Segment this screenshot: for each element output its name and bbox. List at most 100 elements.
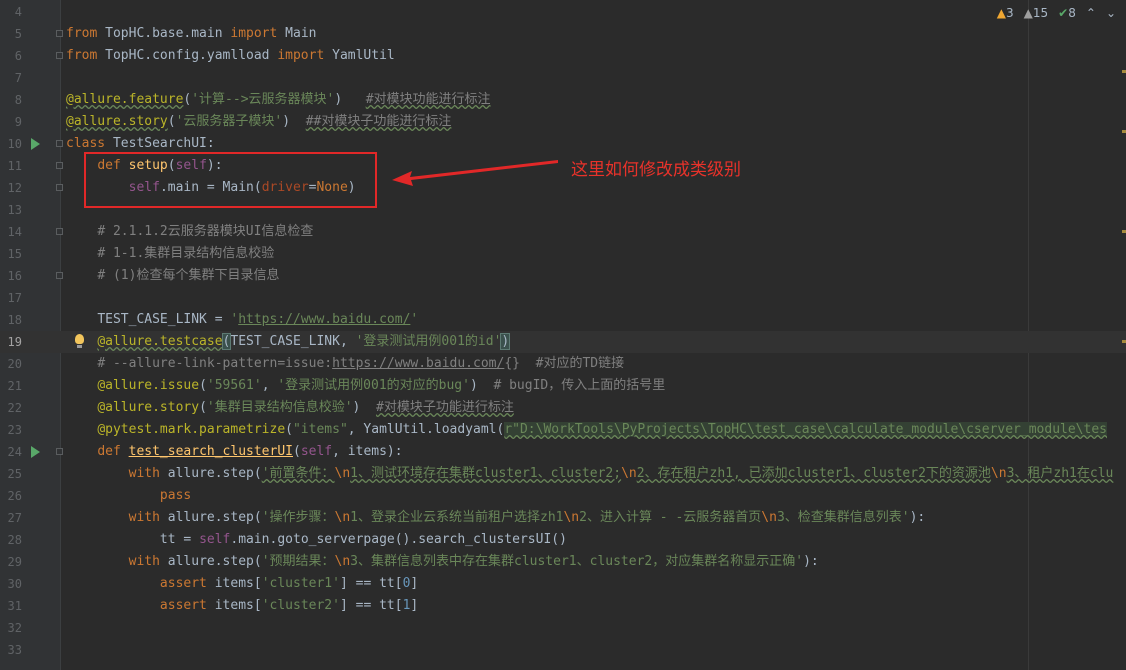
code-line[interactable]: 29 with allure.step('预期结果：\n3、集群信息列表中存在集… bbox=[0, 551, 1126, 573]
code-token: allure.step( bbox=[159, 510, 262, 525]
code-line[interactable]: 28 tt = self.main.goto_serverpage().sear… bbox=[0, 529, 1126, 551]
fold-icon[interactable] bbox=[56, 140, 63, 147]
code-token: from bbox=[66, 26, 98, 41]
line-number: 20 bbox=[7, 357, 22, 371]
code-token: 2、进入计算 - -云服务器首页 bbox=[579, 510, 762, 525]
code-token: '前置条件： bbox=[261, 466, 335, 481]
line-number: 28 bbox=[7, 533, 22, 547]
code-token: with bbox=[128, 554, 160, 569]
line-number: 6 bbox=[14, 49, 22, 63]
code-line[interactable]: 21 @allure.issue('59561', '登录测试用例001的对应的… bbox=[0, 375, 1126, 397]
fold-icon[interactable] bbox=[56, 184, 63, 191]
code-line[interactable]: 24 def test_search_clusterUI(self, items… bbox=[0, 441, 1126, 463]
line-number: 12 bbox=[7, 181, 22, 195]
code-line[interactable]: 7 bbox=[0, 67, 1126, 89]
code-line[interactable]: 15 # 1-1.集群目录结构信息校验 bbox=[0, 243, 1126, 265]
code-line[interactable]: 20 # --allure-link-pattern=issue:https:/… bbox=[0, 353, 1126, 375]
line-number: 16 bbox=[7, 269, 22, 283]
code-line[interactable]: 14 # 2.1.1.2云服务器模块UI信息检查 bbox=[0, 221, 1126, 243]
run-icon[interactable] bbox=[31, 138, 40, 150]
code-line[interactable]: 9 @allure.story('云服务器子模块') ##对模块子功能进行标注 bbox=[0, 111, 1126, 133]
code-token: ): bbox=[803, 554, 819, 569]
code-line[interactable]: 8 @allure.feature('计算-->云服务器模块') #对模块功能进行… bbox=[0, 89, 1126, 111]
code-token: ] == tt[ bbox=[339, 576, 403, 591]
line-number: 26 bbox=[7, 489, 22, 503]
code-text: @allure.story('集群目录结构信息校验') #对模块子功能进行标注 bbox=[66, 397, 514, 419]
line-number: 18 bbox=[7, 313, 22, 327]
code-token: @allure.story bbox=[66, 114, 168, 129]
code-line[interactable]: 22 @allure.story('集群目录结构信息校验') #对模块子功能进行… bbox=[0, 397, 1126, 419]
line-number: 5 bbox=[14, 27, 22, 41]
fold-icon[interactable] bbox=[56, 52, 63, 59]
code-token: def bbox=[97, 444, 121, 459]
line-number: 9 bbox=[14, 115, 22, 129]
code-token: #对模块子功能进行标注 bbox=[376, 400, 514, 415]
line-number: 21 bbox=[7, 379, 22, 393]
code-line[interactable]: 26 pass bbox=[0, 485, 1126, 507]
code-text: @allure.story('云服务器子模块') ##对模块子功能进行标注 bbox=[66, 111, 451, 133]
code-token: ) bbox=[469, 378, 494, 393]
code-text: @allure.issue('59561', '登录测试用例001的对应的bug… bbox=[66, 375, 665, 397]
code-token: TEST_CASE_LINK = bbox=[97, 312, 231, 327]
code-line[interactable]: 30 assert items['cluster1'] == tt[0] bbox=[0, 573, 1126, 595]
line-number: 10 bbox=[7, 137, 22, 151]
line-number: 13 bbox=[7, 203, 22, 217]
code-line[interactable]: 32 bbox=[0, 617, 1126, 639]
code-token: ) bbox=[352, 400, 377, 415]
code-token: ): bbox=[909, 510, 926, 525]
code-token: ( bbox=[293, 444, 301, 459]
run-icon[interactable] bbox=[31, 446, 40, 458]
code-line[interactable]: 33 bbox=[0, 639, 1126, 661]
code-line[interactable]: 5 from TopHC.base.main import Main bbox=[0, 23, 1126, 45]
code-token: Main bbox=[277, 26, 317, 41]
code-token: # 1-1.集群目录结构信息校验 bbox=[97, 246, 275, 261]
code-token: 2、存在租户zh1, 已添加cluster1、cluster2下的资源池 bbox=[636, 466, 991, 481]
code-token: ##对模块子功能进行标注 bbox=[305, 114, 452, 129]
fold-icon[interactable] bbox=[56, 30, 63, 37]
line-number: 4 bbox=[14, 5, 22, 19]
code-line[interactable]: 25 with allure.step('前置条件：\n1、测试环境存在集群cl… bbox=[0, 463, 1126, 485]
code-token: '登录测试用例001的对应的bug' bbox=[277, 378, 470, 393]
code-text: from TopHC.config.yamlload import YamlUt… bbox=[66, 45, 395, 67]
code-text: from TopHC.base.main import Main bbox=[66, 23, 316, 45]
code-token: ( bbox=[199, 400, 207, 415]
line-number: 32 bbox=[7, 621, 22, 635]
fold-icon[interactable] bbox=[56, 448, 63, 455]
code-token: .main.goto_serverpage().search_clustersU… bbox=[230, 532, 567, 547]
code-token: from bbox=[66, 48, 98, 63]
annotation-highlight-box bbox=[84, 152, 377, 208]
code-line[interactable]: 16 # (1)检查每个集群下目录信息 bbox=[0, 265, 1126, 287]
code-token: # --allure-link-pattern=issue: bbox=[97, 356, 333, 371]
code-token: import bbox=[277, 48, 325, 63]
code-token: 3、集群信息列表中存在集群cluster1、cluster2，对应集群名称显示正… bbox=[350, 554, 804, 569]
code-token: items[ bbox=[206, 576, 262, 591]
code-token: https://www.baidu.com/ bbox=[332, 356, 505, 371]
code-token: self bbox=[300, 444, 333, 459]
code-token: "items" bbox=[292, 422, 348, 437]
code-line-current[interactable]: 19 @allure.testcase(TEST_CASE_LINK, '登录测… bbox=[0, 331, 1126, 353]
code-line[interactable]: 6 from TopHC.config.yamlload import YamlU… bbox=[0, 45, 1126, 67]
code-token: TopHC.config.yamlload bbox=[97, 48, 278, 63]
code-line[interactable]: 27 with allure.step('操作步骤：\n1、登录企业云系统当前租… bbox=[0, 507, 1126, 529]
fold-icon[interactable] bbox=[56, 272, 63, 279]
code-token: TEST_CASE_LINK, bbox=[230, 334, 356, 349]
fold-icon[interactable] bbox=[56, 228, 63, 235]
code-token: YamlUtil bbox=[324, 48, 395, 63]
code-text: assert items['cluster1'] == tt[0] bbox=[66, 573, 418, 595]
code-token: with bbox=[128, 510, 160, 525]
code-line[interactable]: 18 TEST_CASE_LINK = 'https://www.baidu.c… bbox=[0, 309, 1126, 331]
code-line[interactable]: 17 bbox=[0, 287, 1126, 309]
code-token: 1、登录企业云系统当前租户选择zh1 bbox=[350, 510, 564, 525]
code-token: ( bbox=[167, 114, 176, 129]
code-line[interactable]: 31 assert items['cluster2'] == tt[1] bbox=[0, 595, 1126, 617]
code-token: allure.step( bbox=[159, 466, 262, 481]
code-token: TopHC.base.main bbox=[97, 26, 231, 41]
code-token: '操作步骤： bbox=[261, 510, 335, 525]
line-number: 22 bbox=[7, 401, 22, 415]
fold-icon[interactable] bbox=[56, 162, 63, 169]
code-line[interactable]: 23 @pytest.mark.parametrize("items", Yam… bbox=[0, 419, 1126, 441]
code-text: with allure.step('操作步骤： \n 1、登录企业云系统当前租户选择… bbox=[66, 507, 926, 529]
code-token: \n bbox=[761, 510, 777, 525]
code-token: 3、检查集群信息列表' bbox=[776, 510, 910, 525]
